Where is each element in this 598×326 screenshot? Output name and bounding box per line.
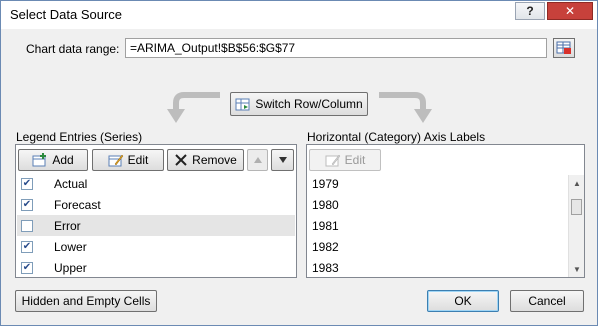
legend-entries-heading: Legend Entries (Series) xyxy=(16,130,143,144)
series-checkbox[interactable] xyxy=(21,219,33,232)
ok-label: OK xyxy=(454,294,472,308)
axis-label-row[interactable]: 1981 xyxy=(308,215,568,236)
axis-label-row[interactable]: 1983 xyxy=(308,257,568,278)
title-bar: Select Data Source ? ✕ xyxy=(1,1,597,29)
add-icon xyxy=(32,153,47,167)
move-up-button[interactable] xyxy=(247,149,268,171)
series-checkbox[interactable]: ✔ xyxy=(21,261,33,274)
axis-label-text: 1982 xyxy=(312,239,339,254)
series-label: Forecast xyxy=(54,197,101,212)
help-button[interactable]: ? xyxy=(515,2,545,20)
cancel-label: Cancel xyxy=(528,294,566,308)
series-row-actual[interactable]: ✔ Actual xyxy=(17,173,295,194)
chart-data-range-input[interactable]: =ARIMA_Output!$B$56:$G$77 xyxy=(125,38,547,58)
axis-label-row[interactable]: 1980 xyxy=(308,194,568,215)
series-row-error[interactable]: Error xyxy=(17,215,295,236)
chart-data-range-label: Chart data range: xyxy=(26,42,120,56)
series-label: Error xyxy=(54,218,81,233)
edit-axis-labels-label: Edit xyxy=(344,153,366,167)
move-up-icon xyxy=(253,157,262,163)
select-data-source-dialog: Select Data Source ? ✕ Chart data range:… xyxy=(0,0,598,326)
axis-labels-heading: Horizontal (Category) Axis Labels xyxy=(307,130,486,144)
axis-label-text: 1979 xyxy=(312,176,339,191)
axis-label-row[interactable]: 1979 xyxy=(308,173,568,194)
series-row-lower[interactable]: ✔ Lower xyxy=(17,236,295,257)
switch-left-arrow-icon xyxy=(167,92,220,123)
switch-row-column-button[interactable]: Switch Row/Column xyxy=(230,92,368,116)
switch-grid-icon xyxy=(235,98,250,111)
dialog-title: Select Data Source xyxy=(10,7,123,22)
axis-labels-panel: Edit 1979 1980 1981 1982 1983 ▲ ▼ xyxy=(306,144,585,278)
scroll-down-icon[interactable]: ▼ xyxy=(569,261,585,277)
series-checkbox[interactable]: ✔ xyxy=(21,240,33,253)
edit-series-button[interactable]: Edit xyxy=(92,149,164,171)
hidden-empty-cells-label: Hidden and Empty Cells xyxy=(21,294,151,308)
series-checkbox[interactable]: ✔ xyxy=(21,177,33,190)
add-series-label: Add xyxy=(52,153,74,167)
close-icon: ✕ xyxy=(564,4,576,18)
edit-icon xyxy=(108,154,123,167)
range-select-icon xyxy=(556,41,571,54)
close-button[interactable]: ✕ xyxy=(547,2,593,20)
axis-label-text: 1983 xyxy=(312,260,339,275)
legend-entries-panel: Add Edit Remove ✔ Actual ✔ Forecast Erro… xyxy=(15,144,297,278)
axis-label-text: 1981 xyxy=(312,218,339,233)
series-label: Upper xyxy=(54,260,87,275)
move-down-icon xyxy=(278,157,287,163)
series-label: Lower xyxy=(54,239,87,254)
scroll-thumb[interactable] xyxy=(571,199,582,215)
axis-label-text: 1980 xyxy=(312,197,339,212)
axis-label-row[interactable]: 1982 xyxy=(308,236,568,257)
series-row-upper[interactable]: ✔ Upper xyxy=(17,257,295,278)
scroll-up-icon[interactable]: ▲ xyxy=(569,175,585,191)
hidden-empty-cells-button[interactable]: Hidden and Empty Cells xyxy=(15,290,157,312)
remove-icon xyxy=(175,154,187,166)
switch-right-arrow-icon xyxy=(379,92,432,123)
axis-labels-scrollbar[interactable]: ▲ ▼ xyxy=(568,175,584,277)
edit-icon xyxy=(325,154,340,167)
remove-series-button[interactable]: Remove xyxy=(167,149,244,171)
collapse-dialog-button[interactable] xyxy=(553,38,575,58)
move-down-button[interactable] xyxy=(271,149,294,171)
edit-series-label: Edit xyxy=(127,153,149,167)
cancel-button[interactable]: Cancel xyxy=(510,290,584,312)
series-checkbox[interactable]: ✔ xyxy=(21,198,33,211)
switch-row-column-label: Switch Row/Column xyxy=(255,97,363,111)
series-label: Actual xyxy=(54,176,88,191)
help-icon: ? xyxy=(526,4,534,18)
series-row-forecast[interactable]: ✔ Forecast xyxy=(17,194,295,215)
ok-button[interactable]: OK xyxy=(427,290,499,312)
add-series-button[interactable]: Add xyxy=(18,149,88,171)
edit-axis-labels-button[interactable]: Edit xyxy=(309,149,381,171)
remove-series-label: Remove xyxy=(192,153,237,167)
